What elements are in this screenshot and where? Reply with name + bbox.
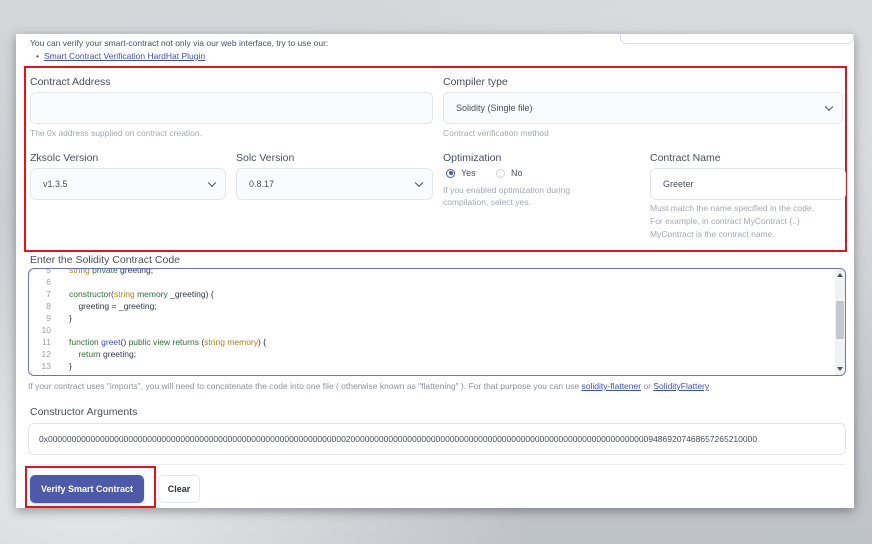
solidity-flattery-link[interactable]: SolidityFlattery — [653, 381, 709, 391]
code-line: 13} — [41, 361, 72, 371]
solc-version-label: Solc Version — [236, 152, 295, 164]
contract-name-label: Contract Name — [650, 152, 721, 164]
contract-address-hint: The 0x address supplied on contract crea… — [30, 128, 202, 138]
solidity-flattener-link[interactable]: solidity-flattener — [582, 381, 642, 391]
radio-unchecked-icon — [496, 168, 505, 178]
contract-name-hint-1: Must match the name specified in the cod… — [650, 203, 814, 213]
contract-name-hint-3: MyContract is the contract name. — [650, 229, 775, 239]
compiler-type-hint: Contract verification method — [443, 128, 549, 138]
code-line: 7 constructor(string memory _greeting) { — [46, 289, 214, 299]
optimization-yes-label: Yes — [461, 168, 476, 178]
compiler-type-select[interactable]: Solidity (Single file) — [443, 92, 843, 124]
scroll-up-arrow-icon[interactable] — [837, 273, 843, 277]
solc-version-select[interactable]: 0.8.17 — [236, 168, 433, 200]
chevron-down-icon — [824, 102, 834, 112]
code-line: 8 greeting = _greeting; — [46, 301, 157, 311]
clear-button[interactable]: Clear — [158, 475, 200, 503]
verify-smart-contract-button[interactable]: Verify Smart Contract — [30, 475, 144, 503]
optimization-label: Optimization — [443, 152, 502, 164]
compiler-type-label: Compiler type — [443, 76, 508, 88]
contract-name-hint-2: For example, in contract MyContract {..} — [650, 216, 800, 226]
code-line: 10 — [41, 325, 51, 335]
code-line: 12 return greeting; — [41, 349, 137, 359]
code-line: 5 string private greeting; — [46, 268, 154, 275]
code-scrollbar[interactable] — [835, 269, 845, 375]
code-label: Enter the Solidity Contract Code — [30, 254, 180, 266]
code-line: 6 — [46, 277, 51, 287]
zksolc-version-value: v1.3.5 — [43, 179, 68, 189]
optimization-hint-1: If you enabled optimization during — [443, 185, 571, 195]
scroll-down-arrow-icon[interactable] — [837, 367, 843, 371]
divider — [28, 464, 846, 465]
zksolc-version-select[interactable]: v1.3.5 — [30, 168, 226, 200]
chevron-down-icon — [414, 178, 424, 188]
constructor-args-label: Constructor Arguments — [30, 406, 138, 418]
optimization-no[interactable]: No — [496, 168, 523, 178]
optimization-yes[interactable]: Yes — [446, 168, 476, 178]
scroll-thumb[interactable] — [836, 301, 844, 339]
solidity-code-editor[interactable]: 5 string private greeting; 6 7 constructor… — [28, 268, 846, 376]
info-text: You can verify your smart-contract not o… — [30, 38, 329, 48]
code-line: 11 function greet() public view returns (… — [42, 337, 267, 347]
flattening-note: If your contract uses "imports", you wil… — [28, 381, 710, 391]
compiler-type-value: Solidity (Single file) — [456, 103, 533, 113]
contract-address-label: Contract Address — [30, 76, 111, 88]
chevron-down-icon — [207, 178, 217, 188]
constructor-args-input[interactable]: 0x00000000000000000000000000000000000000… — [28, 423, 846, 455]
optimization-hint-2: compilation, select yes. — [443, 197, 531, 207]
top-right-field[interactable] — [620, 34, 854, 44]
optimization-no-label: No — [511, 168, 523, 178]
code-line: 9} — [46, 313, 72, 323]
contract-name-input[interactable]: Greeter — [650, 168, 846, 200]
radio-checked-icon — [446, 168, 455, 178]
zksolc-version-label: Zksolc Version — [30, 152, 99, 164]
solc-version-value: 0.8.17 — [249, 179, 275, 189]
verify-contract-form: You can verify your smart-contract not o… — [16, 34, 854, 508]
contract-address-input[interactable] — [30, 92, 433, 124]
hardhat-plugin-link[interactable]: Smart Contract Verification HardHat Plug… — [36, 51, 205, 61]
